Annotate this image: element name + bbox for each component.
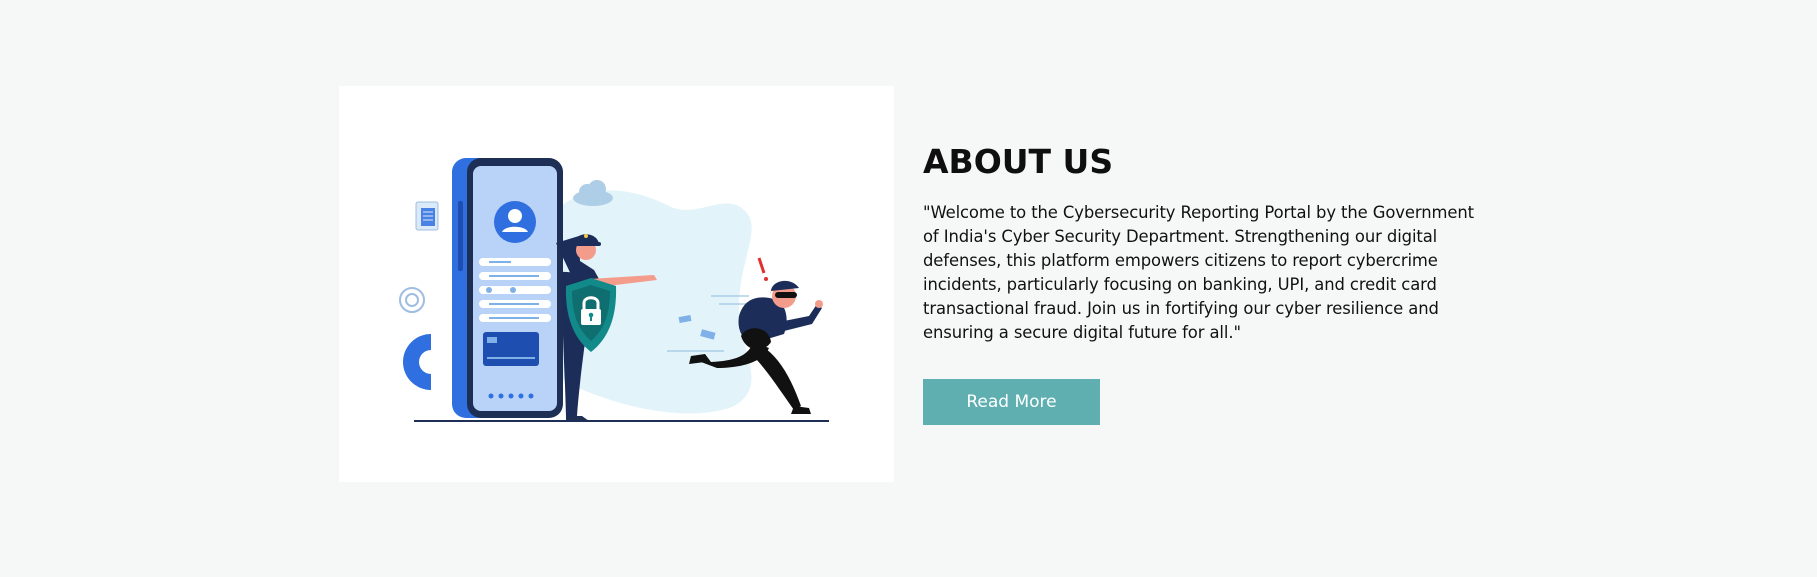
about-title: ABOUT US [923, 142, 1114, 181]
about-illustration-card [339, 86, 894, 482]
exclamation-icon [757, 257, 768, 281]
about-section: ABOUT US "Welcome to the Cybersecurity R… [0, 0, 1817, 577]
user-avatar-icon [494, 201, 536, 243]
cloud-icon [573, 180, 613, 206]
phone-icon [452, 158, 563, 418]
document-icon [415, 201, 439, 231]
cybercrime-illustration [399, 158, 829, 422]
about-content: ABOUT US "Welcome to the Cybersecurity R… [923, 140, 1483, 345]
credit-card-icon [483, 332, 539, 366]
about-description: "Welcome to the Cybersecurity Reporting … [923, 203, 1474, 342]
settings-gear-icon [399, 287, 425, 313]
read-more-button[interactable]: Read More [923, 379, 1100, 425]
